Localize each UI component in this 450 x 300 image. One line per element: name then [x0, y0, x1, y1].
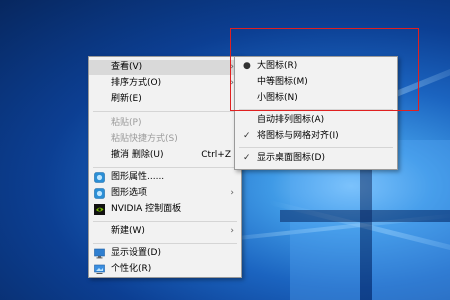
menu-item-sort-by[interactable]: 排序方式(O) ›	[89, 76, 241, 91]
menu-item-label: 新建(W)	[111, 226, 145, 236]
menu-item-view[interactable]: 查看(V) ›	[89, 60, 241, 75]
nvidia-icon	[94, 204, 105, 215]
submenu-item-auto-arrange[interactable]: 自动排列图标(A)	[235, 113, 397, 128]
menu-item-nvidia-control-panel[interactable]: NVIDIA 控制面板	[89, 202, 241, 217]
personalize-icon	[94, 264, 105, 274]
menu-item-label: 排序方式(O)	[111, 78, 162, 88]
menu-separator	[93, 111, 237, 112]
menu-item-label: 自动排列图标(A)	[257, 115, 325, 125]
desktop-context-menu: 查看(V) › 排序方式(O) › 刷新(E) 粘贴(P) 粘贴快捷方式(S) …	[88, 56, 242, 278]
menu-item-label: 刷新(E)	[111, 94, 142, 104]
checkmark-icon: ✓	[243, 131, 251, 141]
submenu-arrow-icon: ›	[230, 188, 234, 198]
windows-logo-pane	[372, 222, 450, 300]
menu-item-refresh[interactable]: 刷新(E)	[89, 92, 241, 107]
windows-logo-gap	[280, 210, 450, 222]
menu-item-shortcut: Ctrl+Z	[201, 150, 231, 160]
menu-item-paste-shortcut[interactable]: 粘贴快捷方式(S)	[89, 132, 241, 147]
menu-item-label: 将图标与网格对齐(I)	[257, 131, 339, 141]
submenu-item-align-to-grid[interactable]: ✓ 将图标与网格对齐(I)	[235, 129, 397, 144]
menu-separator	[93, 243, 237, 244]
menu-item-label: 撤消 删除(U)	[111, 150, 164, 160]
display-icon	[94, 248, 105, 259]
menu-item-paste[interactable]: 粘贴(P)	[89, 116, 241, 131]
menu-separator	[93, 221, 237, 222]
intel-graphics-icon	[94, 172, 105, 183]
menu-item-personalize[interactable]: 个性化(R)	[89, 262, 241, 277]
menu-separator	[93, 167, 237, 168]
menu-item-label: 图形属性......	[111, 172, 165, 182]
menu-item-display-settings[interactable]: 显示设置(D)	[89, 246, 241, 261]
menu-item-undo-delete[interactable]: 撤消 删除(U) Ctrl+Z	[89, 148, 241, 163]
submenu-item-show-desktop-icons[interactable]: ✓ 显示桌面图标(D)	[235, 151, 397, 166]
menu-separator	[239, 147, 393, 148]
menu-item-graphics-properties[interactable]: 图形属性......	[89, 170, 241, 185]
annotation-highlight-box	[230, 28, 419, 111]
menu-item-label: 显示设置(D)	[111, 248, 161, 258]
menu-item-label: 粘贴(P)	[111, 118, 142, 128]
menu-item-label: 图形选项	[111, 188, 148, 198]
windows-logo-pane	[290, 222, 360, 300]
submenu-arrow-icon: ›	[230, 226, 234, 236]
intel-graphics-icon	[94, 188, 105, 199]
menu-item-label: NVIDIA 控制面板	[111, 204, 182, 214]
menu-item-label: 显示桌面图标(D)	[257, 153, 325, 163]
checkmark-icon: ✓	[243, 153, 251, 163]
menu-item-label: 粘贴快捷方式(S)	[111, 134, 178, 144]
menu-item-label: 查看(V)	[111, 62, 143, 72]
menu-item-graphics-options[interactable]: 图形选项 ›	[89, 186, 241, 201]
menu-item-label: 个性化(R)	[111, 264, 152, 274]
menu-item-new[interactable]: 新建(W) ›	[89, 224, 241, 239]
